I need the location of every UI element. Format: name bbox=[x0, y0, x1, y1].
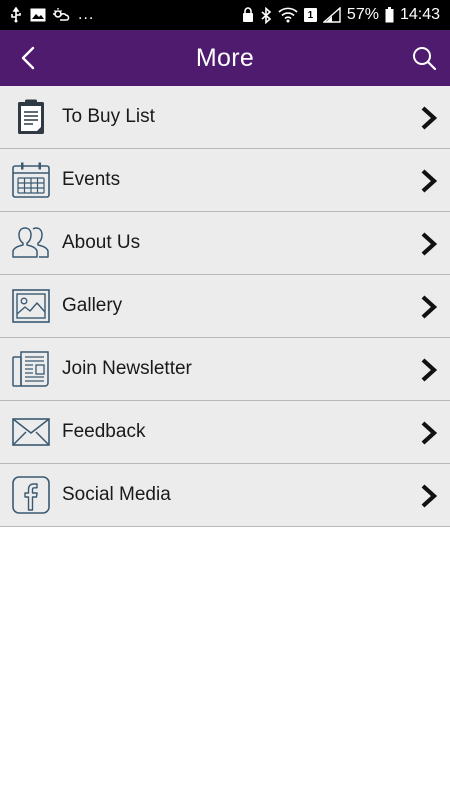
menu-item-label: About Us bbox=[62, 232, 141, 253]
menu-item-label: Gallery bbox=[62, 295, 123, 316]
back-button[interactable] bbox=[10, 40, 46, 76]
status-bar: ... 1 57% 14:43 bbox=[0, 0, 450, 30]
menu-item-label: To Buy List bbox=[62, 106, 155, 127]
back-arrow-icon bbox=[21, 46, 35, 70]
search-icon bbox=[413, 47, 437, 71]
search-button[interactable] bbox=[406, 40, 442, 76]
battery-percent: 57% bbox=[346, 6, 379, 23]
chevron-right-icon bbox=[421, 295, 438, 319]
facebook-icon bbox=[11, 475, 51, 515]
more-menu-list: To Buy List Events About Us Gallery Join… bbox=[0, 86, 450, 527]
chevron-right-icon bbox=[421, 232, 438, 256]
chevron-right-icon bbox=[421, 106, 438, 130]
clipboard-icon bbox=[11, 97, 51, 137]
people-icon bbox=[11, 223, 51, 263]
calendar-icon bbox=[11, 160, 51, 200]
picture-icon bbox=[11, 286, 51, 326]
sim-icon: 1 bbox=[303, 8, 317, 22]
menu-item-label: Events bbox=[62, 169, 121, 190]
chevron-right-icon bbox=[421, 484, 438, 508]
menu-item-events[interactable]: Events bbox=[0, 149, 450, 212]
chevron-right-icon bbox=[421, 421, 438, 445]
lock-icon bbox=[242, 6, 254, 24]
menu-item-about-us[interactable]: About Us bbox=[0, 212, 450, 275]
menu-item-join-newsletter[interactable]: Join Newsletter bbox=[0, 338, 450, 401]
app-bar: More bbox=[0, 30, 450, 86]
chevron-right-icon bbox=[421, 169, 438, 193]
usb-icon bbox=[8, 6, 24, 24]
page-title: More bbox=[195, 43, 255, 72]
envelope-icon bbox=[11, 412, 51, 452]
status-left: ... bbox=[8, 6, 94, 24]
bluetooth-icon bbox=[260, 6, 272, 24]
notification-overflow: ... bbox=[78, 6, 95, 23]
signal-icon bbox=[322, 6, 341, 24]
newspaper-icon bbox=[11, 349, 51, 389]
menu-item-feedback[interactable]: Feedback bbox=[0, 401, 450, 464]
battery-icon bbox=[385, 6, 394, 24]
menu-item-social-media[interactable]: Social Media bbox=[0, 464, 450, 527]
wifi-icon bbox=[278, 6, 298, 24]
menu-item-to-buy-list[interactable]: To Buy List bbox=[0, 86, 450, 149]
menu-item-label: Social Media bbox=[62, 484, 171, 505]
menu-item-label: Feedback bbox=[62, 421, 146, 442]
chevron-right-icon bbox=[421, 358, 438, 382]
clock: 14:43 bbox=[399, 6, 440, 23]
weather-icon bbox=[52, 6, 70, 24]
menu-item-label: Join Newsletter bbox=[62, 358, 192, 379]
image-icon bbox=[30, 6, 46, 24]
menu-item-gallery[interactable]: Gallery bbox=[0, 275, 450, 338]
status-right: 1 57% 14:43 bbox=[242, 6, 440, 24]
